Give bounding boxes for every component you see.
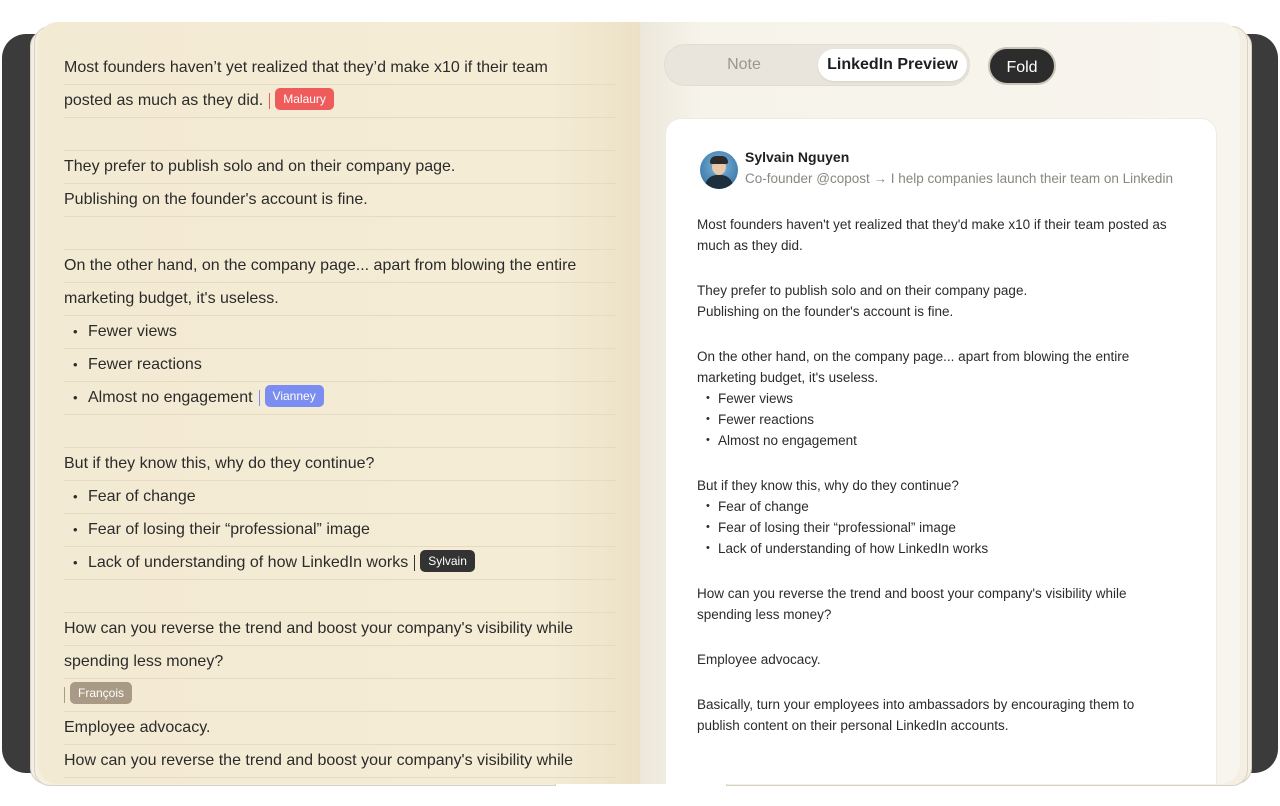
post-paragraph: Most founders haven't yet realized that … — [697, 214, 1187, 256]
note-line[interactable]: spending less money? — [64, 646, 616, 679]
post-bullet-item: Almost no engagement — [706, 430, 1187, 451]
post-paragraph: Basically, turn your employees into amba… — [697, 694, 1187, 736]
note-line-text: How can you reverse the trend and boost … — [64, 752, 574, 769]
note-line-text: Employee advocacy. — [64, 719, 211, 736]
avatar-hair — [710, 156, 728, 164]
post-paragraph: Employee advocacy. — [697, 649, 1187, 670]
note-line-text: They prefer to publish solo and on their… — [64, 158, 456, 175]
note-line[interactable]: On the other hand, on the company page..… — [64, 250, 616, 283]
note-line[interactable]: Publishing on the founder's account is f… — [64, 184, 616, 217]
note-bullet-line[interactable]: Fear of change — [64, 481, 616, 514]
post-line: publish content on their personal Linked… — [697, 718, 1009, 733]
note-line[interactable]: They prefer to publish solo and on their… — [64, 151, 616, 184]
note-line-text: Fear of losing their “professional” imag… — [88, 521, 370, 538]
post-line: How can you reverse the trend and boost … — [697, 586, 1127, 601]
note-line[interactable] — [64, 415, 616, 448]
note-line-text: Fewer views — [88, 323, 177, 340]
post-bullet-item: Fewer views — [706, 388, 1187, 409]
avatar-body — [705, 175, 733, 189]
post-bullet-item: Fear of losing their “professional” imag… — [706, 517, 1187, 538]
note-line-text: Publishing on the founder's account is f… — [64, 191, 368, 208]
collaborator-tag: Malaury — [275, 87, 334, 110]
collaborator-tag: Vianney — [264, 384, 324, 407]
post-line: But if they know this, why do they conti… — [697, 478, 959, 493]
note-line[interactable]: François — [64, 679, 616, 712]
note-line-text: Lack of understanding of how LinkedIn wo… — [88, 554, 409, 571]
note-line[interactable] — [64, 217, 616, 250]
note-line-text: Most founders haven’t yet realized that … — [64, 59, 548, 76]
post-line: On the other hand, on the company page..… — [697, 349, 1130, 364]
note-line-text: On the other hand, on the company page..… — [64, 257, 577, 274]
post-line: marketing budget, it's useless. — [697, 370, 879, 385]
note-line-text: Fewer reactions — [88, 356, 202, 373]
linkedin-post-card: Sylvain Nguyen Co-founder @copost → I he… — [665, 118, 1217, 784]
fold-button[interactable]: Fold — [988, 47, 1056, 85]
collaborator-tag: Sylvain — [420, 549, 475, 572]
note-bullet-line[interactable]: Almost no engagement Vianney — [64, 382, 616, 415]
note-bullet-line[interactable]: Lack of understanding of how LinkedIn wo… — [64, 547, 616, 580]
note-line[interactable]: How can you reverse the trend and boost … — [64, 745, 616, 778]
note-bullet-line[interactable]: Fewer reactions — [64, 349, 616, 382]
note-line[interactable]: Most founders haven’t yet realized that … — [64, 52, 616, 85]
author-bio: Co-founder @copost → I help companies la… — [745, 171, 1173, 186]
post-line: much as they did. — [697, 238, 803, 253]
post-line: Basically, turn your employees into amba… — [697, 697, 1135, 712]
note-line[interactable] — [64, 580, 616, 613]
collaborator-tag: François — [70, 681, 133, 704]
note-line[interactable]: posted as much as they did. Malaury — [64, 85, 616, 118]
preview-page: Note LinkedIn Preview Fold Sylvain Nguye… — [640, 22, 1240, 784]
tab-note[interactable]: Note — [671, 49, 817, 81]
post-bullet-list: Fear of changeFear of losing their “prof… — [697, 496, 1187, 559]
post-bullet-item: Fear of change — [706, 496, 1187, 517]
note-bullet-line[interactable]: Fear of losing their “professional” imag… — [64, 514, 616, 547]
post-bullet-list: Fewer viewsFewer reactionsAlmost no enga… — [697, 388, 1187, 451]
note-line-text: How can you reverse the trend and boost … — [64, 620, 574, 637]
note-line-text: spending less money? — [64, 653, 224, 670]
note-line-text: marketing budget, it's useless. — [64, 290, 279, 307]
post-bullet-item: Lack of understanding of how LinkedIn wo… — [706, 538, 1187, 559]
post-paragraph: On the other hand, on the company page..… — [697, 346, 1187, 451]
post-line: They prefer to publish solo and on their… — [697, 283, 1028, 298]
post-paragraph: But if they know this, why do they conti… — [697, 475, 1187, 559]
note-bullet-line[interactable]: Fewer views — [64, 316, 616, 349]
tab-linkedin-preview[interactable]: LinkedIn Preview — [818, 49, 967, 81]
post-body: Most founders haven't yet realized that … — [697, 214, 1187, 760]
collaborator-cursor — [258, 389, 260, 406]
post-bullet-item: Fewer reactions — [706, 409, 1187, 430]
post-line: Publishing on the founder's account is f… — [697, 304, 954, 319]
post-line: Most founders haven't yet realized that … — [697, 217, 1167, 232]
author-name: Sylvain Nguyen — [745, 149, 850, 165]
collaborator-cursor — [64, 686, 65, 703]
note-line-text: Almost no engagement — [88, 389, 253, 406]
avatar — [700, 151, 738, 189]
view-toggle[interactable]: Note LinkedIn Preview — [664, 44, 970, 86]
post-line: spending less money? — [697, 607, 832, 622]
collaborator-cursor — [414, 554, 416, 571]
note-line-text: But if they know this, why do they conti… — [64, 455, 375, 472]
note-editor[interactable]: Most founders haven’t yet realized that … — [64, 52, 616, 778]
post-line: Employee advocacy. — [697, 652, 821, 667]
note-line[interactable]: marketing budget, it's useless. — [64, 283, 616, 316]
note-line[interactable]: Employee advocacy. — [64, 712, 616, 745]
note-line[interactable]: How can you reverse the trend and boost … — [64, 613, 616, 646]
post-paragraph: How can you reverse the trend and boost … — [697, 583, 1187, 625]
note-line-text: posted as much as they did. — [64, 92, 264, 109]
note-line[interactable]: But if they know this, why do they conti… — [64, 448, 616, 481]
post-paragraph: They prefer to publish solo and on their… — [697, 280, 1187, 322]
note-line[interactable] — [64, 118, 616, 151]
note-page: Most founders haven’t yet realized that … — [38, 22, 640, 784]
note-line-text: Fear of change — [88, 488, 196, 505]
collaborator-cursor — [269, 92, 271, 109]
